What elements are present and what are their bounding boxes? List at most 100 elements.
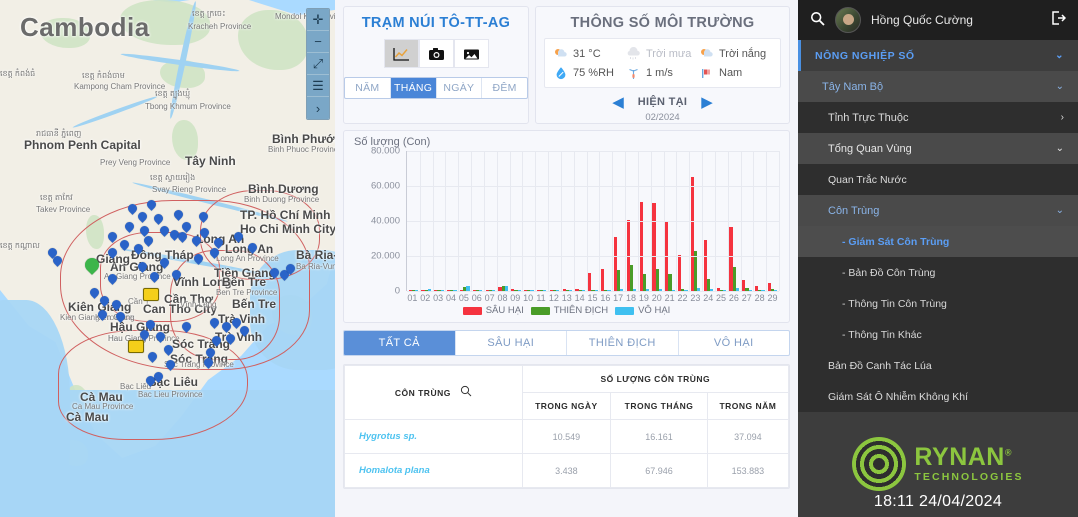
layers-button[interactable]: ☰: [307, 75, 329, 97]
prev-period-button[interactable]: ◀: [612, 93, 624, 111]
view-mode-group[interactable]: [344, 39, 528, 68]
period-option-ngay[interactable]: NGÀY: [437, 78, 483, 98]
search-icon[interactable]: [460, 385, 472, 400]
sun-cloud-icon: [699, 46, 714, 61]
insect-name[interactable]: Homalota plana: [344, 453, 523, 488]
chevron-down-icon[interactable]: ⌄: [1056, 205, 1064, 216]
sidebar-item-11[interactable]: Giám Sát Ô Nhiễm Không Khí: [798, 381, 1078, 412]
sidebar-item-3[interactable]: Tổng Quan Vùng ⌄: [798, 133, 1078, 164]
chart-gridline: [419, 151, 421, 291]
chart-gridline: [727, 151, 729, 291]
header-trong-thang: TRONG THÁNG: [610, 392, 708, 420]
env-wind-direction-value: Nam: [719, 66, 743, 79]
center-panel: TRẠM NÚI TÔ-TT-AG NĂM THÁNG NGÀY ĐÊM THÔ…: [335, 0, 798, 517]
chart-gridline: [689, 151, 691, 291]
insect-name[interactable]: Hygrotus sp.: [344, 419, 523, 454]
sidebar-item-4[interactable]: Quan Trắc Nước: [798, 164, 1078, 195]
sidebar-item-10[interactable]: Bản Đồ Canh Tác Lúa: [798, 350, 1078, 381]
sidebar-item-8[interactable]: - Thông Tin Côn Trùng: [798, 288, 1078, 319]
sidebar-item-label: NÔNG NGHIỆP SỐ: [815, 49, 915, 62]
chart-legend-item[interactable]: VÔ HẠI: [615, 305, 670, 316]
table-row[interactable]: Homalota plana 3.438 67.946 153.883: [344, 453, 790, 488]
chart-x-tick: 23: [690, 293, 701, 303]
time-navigation[interactable]: ◀ HIỆN TẠI ▶: [536, 93, 789, 111]
tab-tat-ca[interactable]: TẤT CẢ: [344, 331, 456, 355]
user-name: Hồng Quốc Cường: [871, 13, 973, 27]
rain-cloud-icon: [626, 46, 641, 61]
wind-icon: [626, 65, 641, 80]
env-rain: Trời mưa: [626, 44, 699, 63]
next-period-button[interactable]: ▶: [701, 93, 713, 111]
chart-y-tick: 20.000: [370, 250, 400, 262]
zoom-out-button[interactable]: −: [307, 31, 329, 53]
chart-gridline: [445, 151, 447, 291]
sidebar-item-5[interactable]: Côn Trùng ⌄: [798, 195, 1078, 226]
env-temperature-value: 31 °C: [573, 47, 601, 60]
sidebar-item-label: - Bản Đồ Côn Trùng: [842, 266, 936, 279]
chart-y-tick: 60.000: [370, 180, 400, 192]
top-row: TRẠM NÚI TÔ-TT-AG NĂM THÁNG NGÀY ĐÊM THÔ…: [343, 6, 790, 124]
avatar[interactable]: [835, 7, 861, 33]
chart-icon[interactable]: [383, 39, 419, 68]
chart-gridline: [548, 151, 550, 291]
chevron-down-icon[interactable]: ⌄: [1056, 81, 1064, 92]
chart-legend-item[interactable]: THIÊN ĐỊCH: [530, 305, 608, 316]
map-marker-selected[interactable]: [143, 288, 159, 301]
env-wind-speed: 1 m/s: [626, 63, 699, 82]
period-option-thang[interactable]: THÁNG: [390, 78, 437, 98]
application-root: Cambodia ខេត្ត ក្រចេះ Kracheh Province Mond…: [0, 0, 1078, 517]
chart-gridline: [753, 151, 755, 291]
chart-x-tick: 14: [574, 293, 585, 303]
chart-plot-area: [406, 151, 780, 292]
period-selector[interactable]: NĂM THÁNG NGÀY ĐÊM: [344, 77, 528, 99]
fullscreen-button[interactable]: ⤢: [307, 53, 329, 75]
chart-bar: [678, 254, 682, 291]
camera-icon[interactable]: [418, 39, 454, 68]
image-icon[interactable]: [453, 39, 489, 68]
brand-footer: RYNAN® TECHNOLOGIES 18:11 24/04/2024: [798, 437, 1078, 511]
chart-gridline: [496, 151, 498, 291]
env-column-1: 31 °C 75 %RH: [553, 44, 626, 82]
sidebar-menu[interactable]: NÔNG NGHIỆP SỐ ⌄ Tây Nam Bộ ⌄ Tỉnh Trực Thuộ…: [798, 40, 1078, 412]
sidebar-item-label: Tỉnh Trực Thuộc: [828, 111, 909, 124]
map-pane[interactable]: Cambodia ខេត្ត ក្រចេះ Kracheh Province Mond…: [0, 0, 335, 517]
chevron-down-icon[interactable]: ⌄: [1055, 50, 1064, 61]
map-marker-selected[interactable]: [128, 340, 144, 353]
chart-x-tick: 11: [536, 293, 546, 303]
brand-row: RYNAN® TECHNOLOGIES: [798, 437, 1078, 491]
chart-gridline: [458, 151, 460, 291]
sidebar: Hồng Quốc Cường NÔNG NGHIỆP SỐ ⌄ Tây Nam B…: [798, 0, 1078, 517]
chart-legend-label: VÔ HẠI: [638, 305, 671, 316]
chart-x-tick: 06: [471, 293, 482, 303]
chart-x-tick: 26: [728, 293, 739, 303]
period-option-dem[interactable]: ĐÊM: [482, 78, 527, 98]
sidebar-item-7[interactable]: - Bản Đồ Côn Trùng: [798, 257, 1078, 288]
env-weather: Trời nắng: [699, 44, 772, 63]
tab-vo-hai[interactable]: VÔ HẠI: [679, 331, 790, 355]
search-icon[interactable]: [810, 11, 825, 29]
zoom-in-button[interactable]: ✛: [307, 9, 329, 31]
sidebar-item-0[interactable]: NÔNG NGHIỆP SỐ ⌄: [798, 40, 1078, 71]
sidebar-item-2[interactable]: Tỉnh Trực Thuộc ›: [798, 102, 1078, 133]
category-tabs[interactable]: TẤT CẢ SÂU HẠI THIÊN ĐỊCH VÔ HẠI: [343, 330, 790, 356]
table-row[interactable]: Hygrotus sp. 10.549 16.161 37.094: [344, 419, 790, 454]
chevron-down-icon[interactable]: ⌄: [1056, 143, 1064, 154]
chart-x-tick: 10: [523, 293, 534, 303]
chart-gridline: [407, 256, 779, 257]
chart-plot: [406, 151, 780, 292]
expand-panel-button[interactable]: ›: [307, 97, 329, 119]
tab-thien-dich[interactable]: THIÊN ĐỊCH: [567, 331, 679, 355]
insect-count-year: 37.094: [706, 419, 790, 454]
chart-x-tick: 22: [677, 293, 688, 303]
period-option-nam[interactable]: NĂM: [345, 78, 391, 98]
sidebar-item-6[interactable]: - Giám Sát Côn Trùng: [798, 226, 1078, 257]
sidebar-item-9[interactable]: - Thông Tin Khác: [798, 319, 1078, 350]
chart-x-tick: 12: [548, 293, 559, 303]
tab-sau-hai[interactable]: SÂU HẠI: [456, 331, 567, 355]
sidebar-item-label: Tổng Quan Vùng: [828, 142, 912, 155]
sidebar-item-1[interactable]: Tây Nam Bộ ⌄: [798, 71, 1078, 102]
chevron-right-icon[interactable]: ›: [1061, 112, 1064, 123]
chart-legend-item[interactable]: SÂU HẠI: [462, 305, 524, 316]
map-controls[interactable]: ✛ − ⤢ ☰ ›: [306, 8, 330, 120]
logout-icon[interactable]: [1050, 10, 1067, 30]
